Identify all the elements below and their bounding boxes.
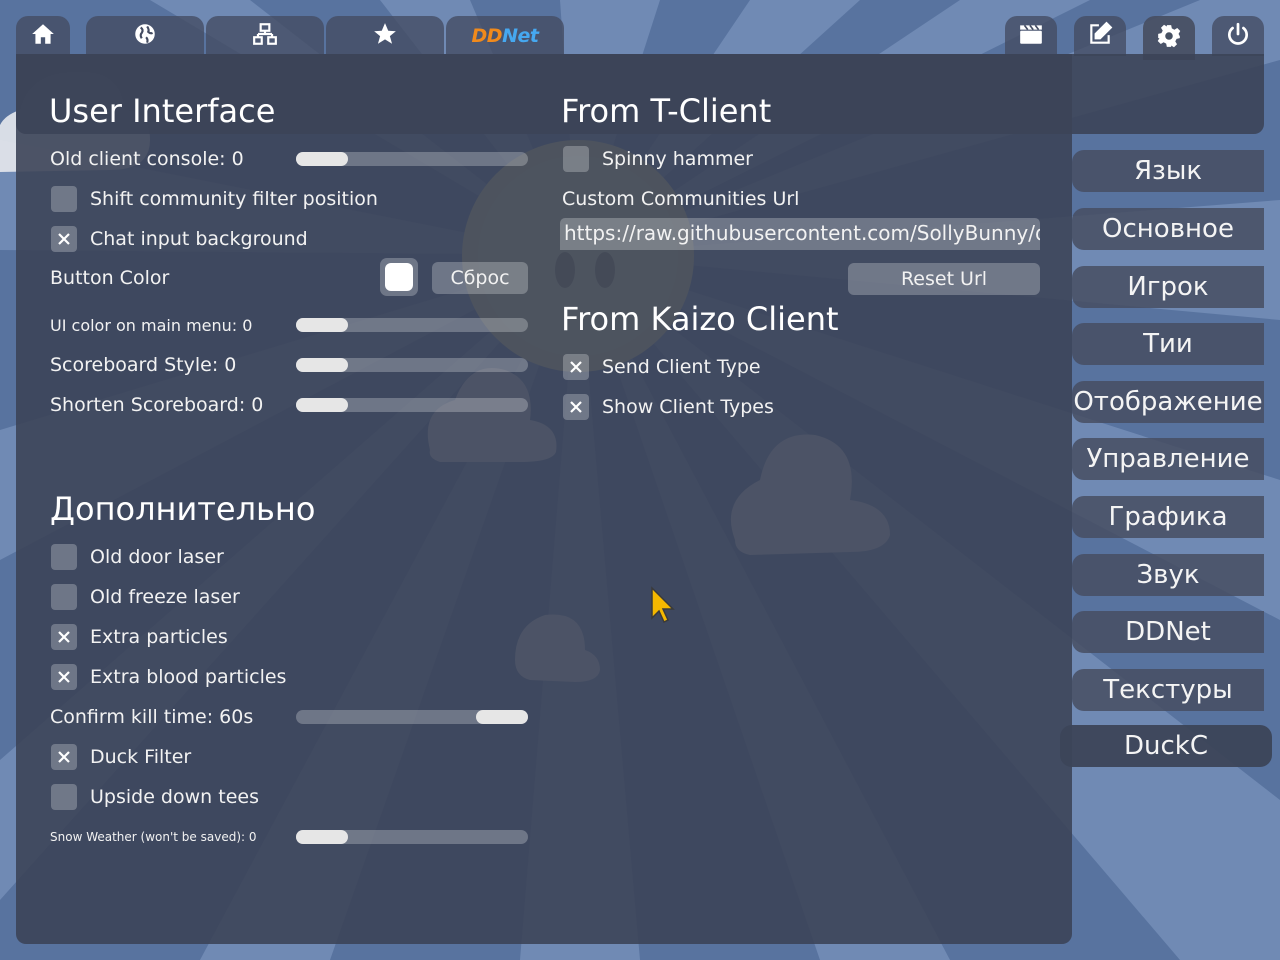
tab-quit[interactable] xyxy=(1212,16,1264,56)
snow-weather-label: Snow Weather (won't be saved): 0 xyxy=(50,830,257,844)
confirm-kill-label: Confirm kill time: 60s xyxy=(50,706,254,728)
button-color-label: Button Color xyxy=(50,267,170,289)
tab-home[interactable] xyxy=(16,16,70,56)
old-freeze-laser-label: Old freeze laser xyxy=(90,586,240,608)
communities-url-label: Custom Communities Url xyxy=(562,188,800,210)
confirm-kill-slider[interactable] xyxy=(296,710,528,724)
ui-color-label: UI color on main menu: 0 xyxy=(50,316,253,335)
star-icon xyxy=(372,21,398,51)
communities-url-input[interactable]: https://raw.githubusercontent.com/SollyB… xyxy=(560,218,1040,250)
extra-blood-checkbox[interactable] xyxy=(51,664,77,690)
snow-weather-slider[interactable] xyxy=(296,830,528,844)
sidebar-item-ddnet[interactable]: DDNet xyxy=(1072,611,1264,653)
ddnet-logo: DDNet xyxy=(471,25,539,47)
sidebar-item-general[interactable]: Основное xyxy=(1072,208,1264,250)
clapperboard-icon xyxy=(1018,21,1044,51)
old-console-slider[interactable] xyxy=(296,152,528,166)
checkmark-x-icon xyxy=(570,361,582,373)
button-color-swatch[interactable] xyxy=(380,258,418,296)
tab-internet[interactable] xyxy=(86,16,204,56)
duck-filter-label: Duck Filter xyxy=(90,746,192,768)
checkmark-x-icon xyxy=(58,233,70,245)
shorten-scoreboard-label: Shorten Scoreboard: 0 xyxy=(50,394,264,416)
gear-icon xyxy=(1156,23,1182,53)
sidebar-item-textures[interactable]: Текстуры xyxy=(1072,669,1264,711)
spinny-hammer-label: Spinny hammer xyxy=(602,148,753,170)
extra-particles-checkbox[interactable] xyxy=(51,624,77,650)
tab-lan[interactable] xyxy=(206,16,324,56)
show-client-types-checkbox[interactable] xyxy=(563,394,589,420)
slider-thumb[interactable] xyxy=(296,358,348,372)
old-door-laser-checkbox[interactable] xyxy=(51,544,77,570)
globe-icon xyxy=(132,21,158,51)
sidebar-item-player[interactable]: Игрок xyxy=(1072,266,1264,308)
shift-filter-checkbox[interactable] xyxy=(51,186,77,212)
duck-filter-checkbox[interactable] xyxy=(51,744,77,770)
tab-demos[interactable] xyxy=(1005,16,1057,56)
sidebar-item-controls[interactable]: Управление xyxy=(1072,438,1264,480)
edit-icon xyxy=(1087,21,1113,51)
shorten-scoreboard-slider[interactable] xyxy=(296,398,528,412)
power-icon xyxy=(1225,21,1251,51)
slider-thumb[interactable] xyxy=(296,318,348,332)
tab-favorites[interactable] xyxy=(326,16,444,56)
scoreboard-style-label: Scoreboard Style: 0 xyxy=(50,354,237,376)
sidebar-item-sound[interactable]: Звук xyxy=(1072,554,1264,596)
slider-thumb[interactable] xyxy=(296,152,348,166)
checkmark-x-icon xyxy=(570,401,582,413)
network-icon xyxy=(252,21,278,51)
upside-down-checkbox[interactable] xyxy=(51,784,77,810)
old-freeze-laser-checkbox[interactable] xyxy=(51,584,77,610)
sidebar-item-tee[interactable]: Тии xyxy=(1072,323,1264,365)
scoreboard-style-slider[interactable] xyxy=(296,358,528,372)
chat-bg-label: Chat input background xyxy=(90,228,308,250)
spinny-hammer-checkbox[interactable] xyxy=(563,146,589,172)
slider-thumb[interactable] xyxy=(296,398,348,412)
tab-ddnet[interactable]: DDNet xyxy=(446,16,564,56)
user-interface-heading: User Interface xyxy=(49,92,276,130)
extra-heading: Дополнительно xyxy=(50,490,316,528)
send-client-type-label: Send Client Type xyxy=(602,356,761,378)
sidebar-item-language[interactable]: Язык xyxy=(1072,150,1264,192)
extra-blood-label: Extra blood particles xyxy=(90,666,287,688)
extra-particles-label: Extra particles xyxy=(90,626,228,648)
shift-filter-label: Shift community filter position xyxy=(90,188,378,210)
checkmark-x-icon xyxy=(58,631,70,643)
upside-down-label: Upside down tees xyxy=(90,786,259,808)
color-preview xyxy=(385,263,413,291)
t-client-heading: From T-Client xyxy=(561,92,772,130)
ui-color-slider[interactable] xyxy=(296,318,528,332)
send-client-type-checkbox[interactable] xyxy=(563,354,589,380)
home-icon xyxy=(30,21,56,51)
reset-url-button[interactable]: Reset Url xyxy=(848,263,1040,295)
kaizo-heading: From Kaizo Client xyxy=(561,300,839,338)
old-console-label: Old client console: 0 xyxy=(50,148,244,170)
chat-bg-checkbox[interactable] xyxy=(51,226,77,252)
sidebar-item-graphics[interactable]: Графика xyxy=(1072,496,1264,538)
old-door-laser-label: Old door laser xyxy=(90,546,224,568)
slider-thumb[interactable] xyxy=(296,830,348,844)
checkmark-x-icon xyxy=(58,751,70,763)
button-color-reset-button[interactable]: Сброс xyxy=(432,262,528,294)
tab-editor[interactable] xyxy=(1074,16,1126,56)
show-client-types-label: Show Client Types xyxy=(602,396,774,418)
sidebar-item-duckc[interactable]: DuckC xyxy=(1060,725,1272,767)
mouse-cursor-icon xyxy=(651,586,675,624)
sidebar-item-appearance[interactable]: Отображение xyxy=(1072,381,1264,423)
slider-thumb[interactable] xyxy=(476,710,528,724)
checkmark-x-icon xyxy=(58,671,70,683)
